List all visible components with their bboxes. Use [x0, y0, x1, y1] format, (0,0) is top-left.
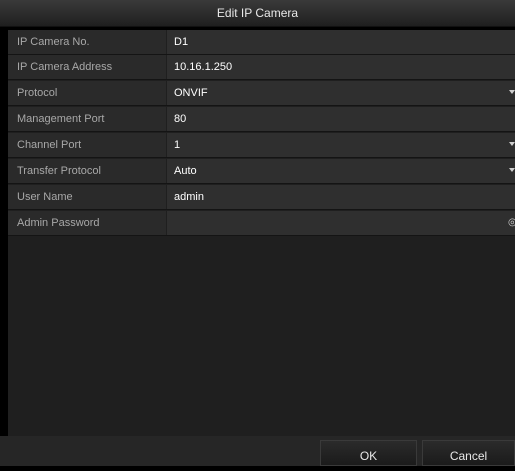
ip-camera-no-field[interactable]: D1	[167, 30, 515, 54]
admin-password-field[interactable]: ◎	[167, 211, 515, 235]
transfer-protocol-label: Transfer Protocol	[8, 159, 166, 183]
dropdown-arrow-icon[interactable]	[509, 142, 515, 146]
channel-port-dropdown[interactable]: 1	[167, 133, 515, 157]
protocol-label: Protocol	[8, 81, 166, 105]
ip-camera-no-label: IP Camera No.	[8, 30, 166, 54]
management-port-label: Management Port	[8, 107, 166, 131]
management-port-field[interactable]: 80	[167, 107, 515, 131]
channel-port-label: Channel Port	[8, 133, 166, 157]
show-password-eye-icon[interactable]: ◎	[508, 218, 515, 228]
row-user-name: User Name admin	[8, 185, 515, 210]
form-area: IP Camera No. D1 IP Camera Address 10.16…	[8, 30, 515, 436]
row-transfer-protocol: Transfer Protocol Auto	[8, 159, 515, 184]
protocol-dropdown[interactable]: ONVIF	[167, 81, 515, 105]
ip-camera-address-label: IP Camera Address	[8, 55, 166, 79]
cancel-button[interactable]: Cancel	[422, 440, 515, 466]
transfer-protocol-dropdown[interactable]: Auto	[167, 159, 515, 183]
user-name-field[interactable]: admin	[167, 185, 515, 209]
channel-port-value: 1	[174, 139, 181, 151]
admin-password-label: Admin Password	[8, 211, 166, 235]
protocol-value: ONVIF	[174, 87, 208, 99]
dialog-title: Edit IP Camera	[216, 6, 299, 20]
row-channel-port: Channel Port 1	[8, 133, 515, 158]
transfer-protocol-value: Auto	[174, 165, 197, 177]
ip-camera-address-field[interactable]: 10.16.1.250	[167, 55, 515, 79]
edit-ip-camera-dialog: Edit IP Camera IP Camera No. D1 IP Camer…	[0, 0, 515, 466]
row-ip-camera-no: IP Camera No. D1	[8, 30, 515, 55]
row-protocol: Protocol ONVIF	[8, 81, 515, 106]
user-name-label: User Name	[8, 185, 166, 209]
dropdown-arrow-icon[interactable]	[509, 168, 515, 172]
ok-button[interactable]: OK	[320, 440, 417, 466]
row-ip-camera-address: IP Camera Address 10.16.1.250	[8, 55, 515, 80]
dropdown-arrow-icon[interactable]	[509, 90, 515, 94]
row-admin-password: Admin Password ◎	[8, 211, 515, 236]
row-management-port: Management Port 80	[8, 107, 515, 132]
dialog-titlebar: Edit IP Camera	[0, 0, 515, 27]
